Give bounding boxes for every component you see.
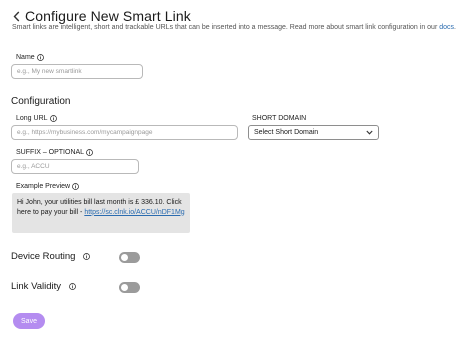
device-routing-label-row: Device Routing xyxy=(11,251,91,262)
example-preview-label-row: Example Preview xyxy=(16,183,79,190)
example-preview-label: Example Preview xyxy=(16,183,71,190)
example-preview-box: Hi John, your utilities bill last month … xyxy=(12,193,190,233)
name-label-row: Name xyxy=(16,54,44,61)
info-icon[interactable] xyxy=(69,283,76,290)
link-validity-toggle[interactable] xyxy=(119,282,140,293)
chevron-down-icon xyxy=(366,130,373,135)
info-icon[interactable] xyxy=(86,149,93,156)
short-domain-select[interactable]: Select Short Domain xyxy=(248,125,379,140)
docs-link[interactable]: docs xyxy=(439,24,454,31)
link-validity-label-row: Link Validity xyxy=(11,281,76,292)
info-icon[interactable] xyxy=(36,54,44,61)
configuration-heading: Configuration xyxy=(11,96,71,107)
example-preview-link[interactable]: https://sc.clnk.io/ACCU/nDF1Mg xyxy=(84,209,184,216)
short-domain-selected: Select Short Domain xyxy=(254,129,319,136)
description-text: Smart links are intelligent, short and t… xyxy=(12,24,440,31)
name-label: Name xyxy=(16,54,35,61)
page-description: Smart links are intelligent, short and t… xyxy=(12,24,456,31)
toggle-knob xyxy=(121,284,128,291)
suffix-input[interactable] xyxy=(11,159,139,174)
info-icon[interactable] xyxy=(72,183,79,190)
info-icon[interactable] xyxy=(83,253,91,260)
device-routing-label: Device Routing xyxy=(11,251,76,262)
short-domain-label: SHORT DOMAIN xyxy=(252,115,307,122)
name-input[interactable] xyxy=(11,64,143,79)
back-chevron-icon[interactable] xyxy=(10,9,22,23)
description-end: . xyxy=(454,24,456,31)
header-row: Configure New Smart Link xyxy=(10,8,191,24)
long-url-label: Long URL xyxy=(16,115,48,122)
suffix-label: SUFFIX – OPTIONAL xyxy=(16,149,85,156)
long-url-input[interactable] xyxy=(11,125,238,140)
suffix-label-row: SUFFIX – OPTIONAL xyxy=(16,149,93,156)
link-validity-label: Link Validity xyxy=(11,281,61,292)
toggle-knob xyxy=(121,254,128,261)
device-routing-toggle[interactable] xyxy=(119,252,140,263)
info-icon[interactable] xyxy=(49,115,57,122)
long-url-label-row: Long URL xyxy=(16,115,57,122)
page-title: Configure New Smart Link xyxy=(25,8,191,24)
save-button[interactable]: Save xyxy=(13,313,45,329)
